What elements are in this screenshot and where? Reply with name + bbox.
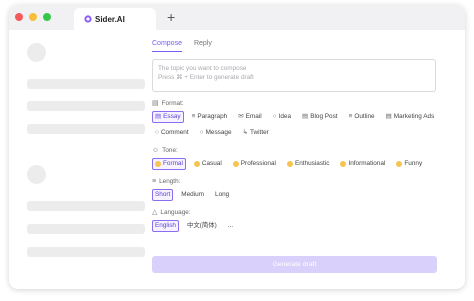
chip-label: Message (205, 129, 232, 136)
minimize-window-button[interactable] (29, 13, 37, 21)
skeleton-line (27, 201, 145, 211)
tab-compose[interactable]: Compose (152, 40, 182, 52)
marketing-ads-icon: ▤ (385, 113, 392, 120)
compose-panel: Compose Reply The topic you want to comp… (152, 40, 442, 232)
length-label-text: Length: (159, 177, 181, 185)
format-option-email[interactable]: ✉ Email (235, 111, 264, 123)
chip-label: Paragraph (197, 113, 228, 120)
length-label: ≡ Length: (152, 177, 442, 185)
sider-logo-icon (84, 15, 92, 23)
topic-input[interactable]: The topic you want to compose Press ⌘ + … (152, 59, 436, 92)
length-option-long[interactable]: Long (212, 189, 232, 201)
funny-emoji-icon (396, 161, 403, 167)
format-option-outline[interactable]: ≡ Outline (346, 111, 378, 123)
language-options: English 中文(简体) ... (152, 220, 442, 232)
chip-label: Outline (354, 113, 375, 120)
chip-label: Funny (404, 160, 423, 167)
chip-label: Comment (160, 129, 189, 136)
format-options: ▤ Essay ≡ Paragraph ✉ Email ○ Idea ▤ Blog Pos… (152, 111, 442, 139)
comment-icon: ○ (155, 129, 159, 136)
length-options: Short Medium Long (152, 189, 442, 201)
tone-option-casual[interactable]: Casual (191, 158, 225, 170)
tone-option-informational[interactable]: Informational (337, 158, 388, 170)
format-option-comment[interactable]: ○ Comment (152, 127, 192, 139)
chip-label: Formal (163, 160, 183, 167)
skeleton-avatar (27, 43, 46, 62)
professional-emoji-icon (232, 161, 239, 167)
skeleton-line (27, 124, 145, 134)
topic-hint: Press ⌘ + Enter to generate draft (158, 74, 254, 81)
skeleton-line (27, 247, 145, 257)
chip-label: Idea (278, 113, 292, 120)
title-bar: Sider.AI + (9, 5, 465, 30)
skeleton-avatar (27, 165, 46, 184)
tone-option-professional[interactable]: Professional (230, 158, 279, 170)
language-option-chinese-simplified[interactable]: 中文(简体) (184, 220, 220, 232)
twitter-icon: ↳ (242, 129, 248, 136)
format-option-essay[interactable]: ▤ Essay (152, 111, 184, 123)
close-window-button[interactable] (15, 13, 23, 21)
tone-option-enthusiastic[interactable]: Enthusiastic (284, 158, 332, 170)
language-option-english[interactable]: English (152, 220, 179, 232)
tone-options: Formal Casual Professional Enthusiastic … (152, 158, 442, 170)
format-icon: ▤ (152, 100, 159, 107)
essay-icon: ▤ (155, 113, 162, 120)
new-tab-button[interactable]: + (167, 8, 175, 26)
blog-post-icon: ▤ (302, 113, 309, 120)
message-icon: ○ (199, 129, 204, 136)
mode-tabs: Compose Reply (152, 40, 442, 52)
chip-label: Email (245, 113, 262, 120)
skeleton-line (27, 101, 145, 111)
casual-emoji-icon (193, 161, 200, 167)
chip-label: Twitter (249, 129, 269, 136)
browser-tab[interactable]: Sider.AI (74, 8, 156, 30)
tone-option-funny[interactable]: Funny (393, 158, 425, 170)
skeleton-line (27, 224, 145, 234)
format-option-marketing-ads[interactable]: ▤ Marketing Ads (383, 111, 438, 123)
tone-label-text: Tone: (162, 146, 178, 154)
tab-title: Sider.AI (95, 14, 125, 24)
format-option-message[interactable]: ○ Message (197, 127, 235, 139)
tone-icon: ☺ (152, 146, 160, 154)
enthusiastic-emoji-icon (286, 161, 293, 167)
skeleton-line (27, 79, 145, 89)
chip-label: Marketing Ads (393, 113, 435, 120)
paragraph-icon: ≡ (191, 113, 196, 120)
informational-emoji-icon (340, 161, 347, 167)
email-icon: ✉ (238, 113, 244, 120)
tone-option-formal[interactable]: Formal (152, 158, 186, 170)
tab-reply[interactable]: Reply (194, 40, 212, 52)
topic-placeholder: The topic you want to compose (158, 65, 247, 72)
chip-label: Informational (348, 160, 386, 167)
generate-draft-button[interactable]: Generate draft (152, 256, 437, 273)
format-option-paragraph[interactable]: ≡ Paragraph (189, 111, 231, 123)
length-option-short[interactable]: Short (152, 189, 174, 201)
format-option-idea[interactable]: ○ Idea (270, 111, 294, 123)
format-label-text: Format: (161, 99, 184, 107)
idea-icon: ○ (272, 113, 277, 120)
outline-icon: ≡ (348, 113, 353, 120)
length-option-medium[interactable]: Medium (178, 189, 207, 201)
chip-label: Essay (163, 113, 181, 120)
format-option-twitter[interactable]: ↳ Twitter (240, 127, 272, 139)
language-label: △ Language: (152, 208, 442, 217)
chip-label: Enthusiastic (294, 160, 330, 167)
chip-label: Blog Post (310, 113, 338, 120)
length-icon: ≡ (152, 177, 157, 185)
chip-label: Casual (201, 160, 222, 167)
formal-emoji-icon (155, 161, 161, 167)
format-label: ▤ Format: (152, 99, 442, 108)
language-icon: △ (152, 209, 158, 216)
chip-label: Professional (240, 160, 276, 167)
language-option-more[interactable]: ... (225, 220, 236, 232)
language-label-text: Language: (160, 208, 191, 216)
tone-label: ☺ Tone: (152, 146, 442, 154)
format-option-blog-post[interactable]: ▤ Blog Post (299, 111, 341, 123)
maximize-window-button[interactable] (43, 13, 51, 21)
